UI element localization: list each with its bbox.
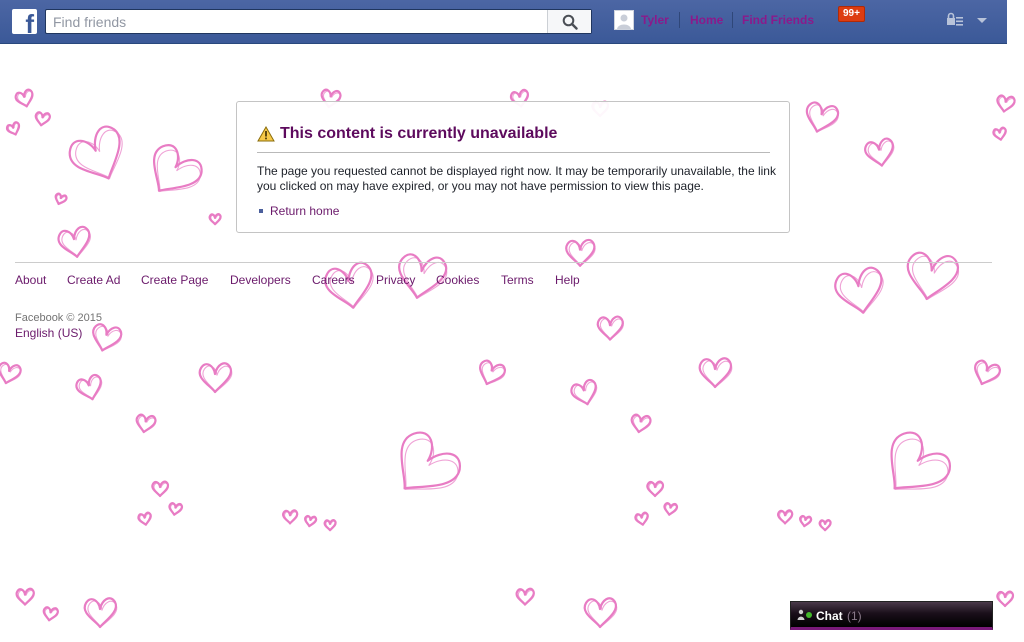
heart-doodle (152, 144, 203, 193)
nav-divider (732, 12, 733, 28)
heart-doodle (34, 111, 51, 127)
profile-name-link[interactable]: Tyler (641, 13, 669, 27)
content-unavailable-card: This content is currently unavailable Th… (236, 101, 790, 233)
heart-doodle (92, 323, 123, 352)
heart-doodle (5, 121, 21, 136)
heart-doodle (75, 373, 103, 401)
heart-doodle (137, 511, 152, 526)
heart-doodle (14, 88, 34, 108)
footer-link-create-ad[interactable]: Create Ad (67, 273, 120, 287)
heart-doodle (324, 261, 374, 309)
heart-doodle (54, 192, 68, 206)
heart-doodle (906, 251, 959, 301)
heart-doodle (282, 509, 299, 525)
search-button[interactable] (547, 10, 591, 33)
heart-doodle (663, 502, 679, 516)
heart-doodle (992, 126, 1007, 141)
chat-sidebar-toggle[interactable]: Chat (1) (790, 601, 993, 630)
heart-doodle (479, 359, 506, 386)
heart-doodle (68, 125, 123, 180)
heart-doodle (777, 509, 794, 525)
heart-doodle (646, 480, 665, 498)
heart-doodle (996, 590, 1015, 608)
footer-divider (15, 262, 992, 263)
heart-doodle (799, 514, 813, 528)
footer-link-terms[interactable]: Terms (501, 273, 534, 287)
heart-pattern-background (0, 88, 1016, 629)
heart-doodle (42, 606, 59, 622)
chevron-down-icon (977, 18, 987, 23)
heart-doodle (208, 213, 222, 226)
heart-doodle (974, 359, 1001, 386)
footer-link-privacy[interactable]: Privacy (376, 273, 415, 287)
notification-badge[interactable]: 99+ (838, 6, 865, 22)
facebook-logo-icon[interactable]: f (12, 9, 37, 37)
chat-online-icon (797, 609, 812, 620)
heart-doodle (0, 361, 22, 385)
card-title: This content is currently unavailable (280, 125, 558, 142)
language-link[interactable]: English (US) (15, 326, 82, 340)
find-friends-link[interactable]: Find Friends (742, 13, 814, 27)
card-divider (257, 152, 770, 153)
return-home-link[interactable]: Return home (270, 204, 339, 218)
footer-link-developers[interactable]: Developers (230, 273, 291, 287)
warning-icon (257, 126, 275, 142)
card-message: The page you requested cannot be display… (257, 164, 776, 193)
heart-doodle (634, 511, 649, 526)
heart-doodle (15, 587, 35, 606)
heart-doodle (996, 94, 1016, 113)
footer-link-create-page[interactable]: Create Page (141, 273, 208, 287)
heart-doodle (864, 137, 895, 167)
heart-doodle (198, 362, 233, 394)
copyright-text: Facebook © 2015 (15, 312, 102, 324)
search-box (45, 9, 592, 34)
heart-doodle (834, 266, 884, 314)
heart-doodle (515, 587, 535, 606)
heart-doodle (304, 514, 318, 528)
heart-doodle (323, 519, 337, 532)
chat-online-count: (1) (847, 609, 862, 623)
avatar (614, 10, 634, 30)
search-input[interactable] (46, 10, 536, 33)
heart-doodle (570, 378, 598, 406)
footer-link-careers[interactable]: Careers (312, 273, 355, 287)
heart-doodle (630, 413, 652, 434)
heart-doodle (57, 225, 91, 258)
bullet-icon (259, 209, 263, 213)
heart-doodle (400, 431, 461, 490)
heart-doodle (583, 597, 618, 629)
footer-link-help[interactable]: Help (555, 273, 580, 287)
search-icon (562, 14, 578, 30)
privacy-shortcuts-icon (947, 12, 963, 26)
heart-doodle (168, 502, 184, 516)
heart-doodle (151, 480, 170, 498)
footer-link-about[interactable]: About (15, 273, 46, 287)
heart-doodle (698, 357, 733, 389)
heart-doodle (818, 519, 832, 532)
footer-link-cookies[interactable]: Cookies (436, 273, 479, 287)
heart-doodle (596, 315, 624, 341)
nav-divider (679, 12, 680, 28)
home-link[interactable]: Home (690, 13, 723, 27)
heart-doodle (805, 101, 840, 133)
heart-doodle (890, 431, 951, 490)
top-navigation-bar: f Tyler Home Find Friends 99+ (0, 0, 1007, 44)
heart-doodle (135, 413, 157, 434)
chat-label: Chat (816, 609, 843, 623)
heart-doodle (83, 597, 118, 629)
